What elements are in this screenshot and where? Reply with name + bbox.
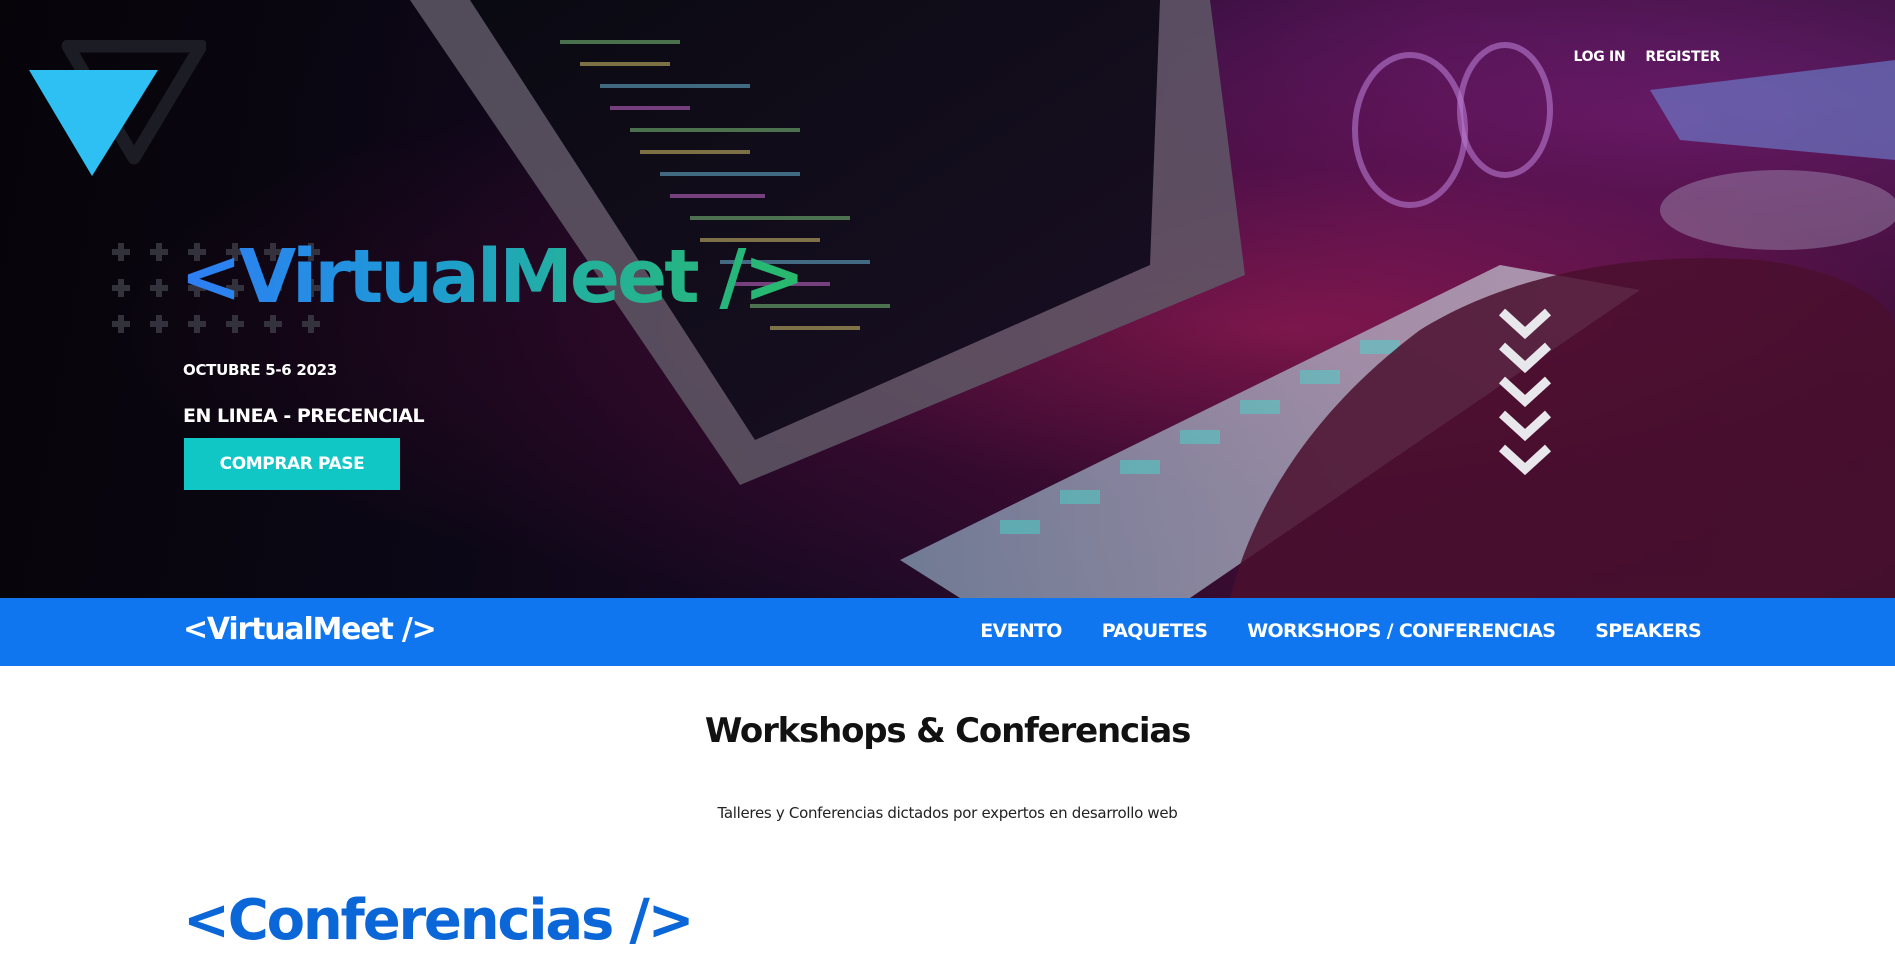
virtualmeet-logo-icon[interactable] [26, 40, 206, 180]
nav-item-speakers[interactable]: SPEAKERS [1595, 620, 1701, 642]
hero-title: <VirtualMeet /> [180, 234, 805, 320]
navbar-logo[interactable]: <VirtualMeet /> [183, 610, 437, 650]
nav-item-workshops-conferencias[interactable]: WORKSHOPS / CONFERENCIAS [1247, 620, 1556, 642]
event-mode: EN LINEA - PRECENCIAL [183, 405, 425, 427]
section-title: Workshops & Conferencias [704, 711, 1192, 751]
section-subtitle: Talleres y Conferencias dictados por exp… [717, 804, 1178, 822]
nav-item-evento[interactable]: EVENTO [980, 620, 1062, 642]
chevrons-down-icon[interactable] [1497, 308, 1553, 480]
register-link[interactable]: REGISTER [1645, 49, 1720, 65]
login-link[interactable]: LOG IN [1574, 49, 1626, 65]
conferencias-heading: <Conferencias /> [183, 888, 695, 953]
hero-section: LOG IN REGISTER <VirtualMeet /> OCTUBRE … [0, 0, 1895, 598]
buy-pass-button[interactable]: COMPRAR PASE [184, 438, 400, 490]
nav-menu: EVENTO PAQUETES WORKSHOPS / CONFERENCIAS… [980, 620, 1701, 642]
event-date: OCTUBRE 5-6 2023 [183, 361, 337, 379]
nav-item-paquetes[interactable]: PAQUETES [1102, 620, 1208, 642]
top-auth-links: LOG IN REGISTER [1574, 49, 1721, 65]
main-navbar: <VirtualMeet /> EVENTO PAQUETES WORKSHOP… [0, 598, 1895, 666]
